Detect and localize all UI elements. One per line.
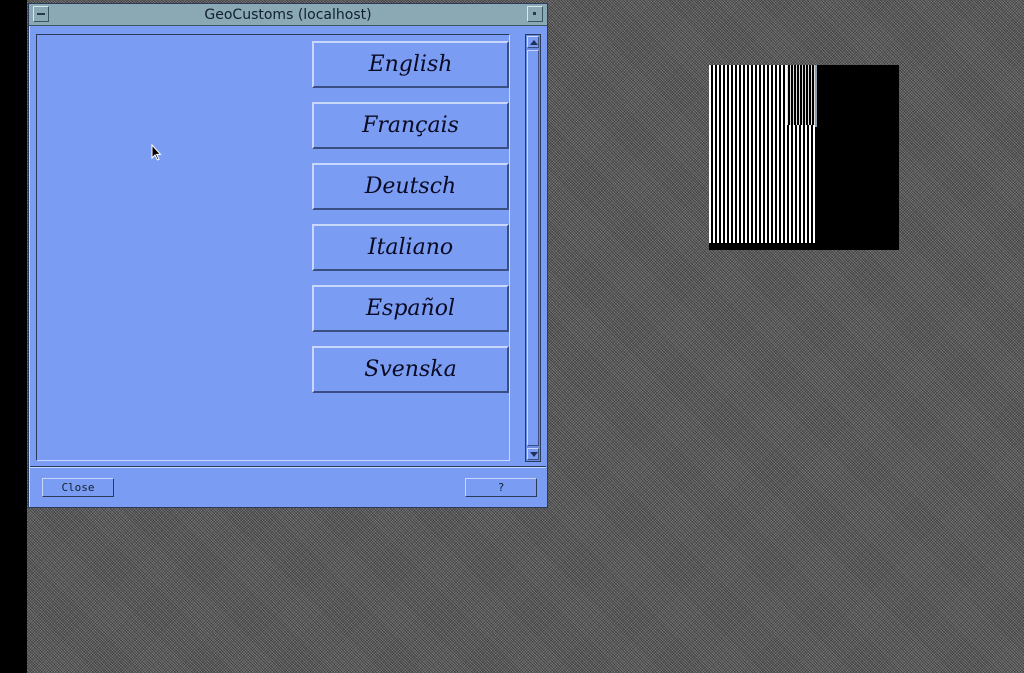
- minimize-icon[interactable]: [527, 6, 543, 22]
- mouse-pointer-icon: [151, 144, 162, 161]
- preview-stripes-detail: [787, 65, 817, 125]
- window-title: GeoCustoms (localhost): [204, 7, 372, 23]
- help-button[interactable]: ?: [465, 478, 537, 497]
- language-button-svenska[interactable]: Svenska: [312, 346, 509, 393]
- desktop-left-edge: [0, 0, 27, 673]
- scroll-down-icon[interactable]: [527, 448, 539, 460]
- striped-preview-window: [709, 65, 899, 250]
- language-button-deutsch[interactable]: Deutsch: [312, 163, 509, 210]
- preview-edge: [815, 65, 817, 127]
- geocustoms-window: GeoCustoms (localhost) English Français …: [28, 3, 548, 508]
- language-button-francais[interactable]: Français: [312, 102, 509, 149]
- language-panel: English Français Deutsch Italiano Españo…: [36, 34, 510, 461]
- vertical-scrollbar[interactable]: [525, 34, 541, 462]
- scroll-thumb[interactable]: [527, 50, 539, 446]
- language-button-espanol[interactable]: Español: [312, 285, 509, 332]
- window-titlebar[interactable]: GeoCustoms (localhost): [29, 4, 547, 26]
- footer-divider: [30, 466, 546, 468]
- language-button-english[interactable]: English: [312, 41, 509, 88]
- scroll-up-icon[interactable]: [527, 36, 539, 48]
- close-button[interactable]: Close: [42, 478, 114, 497]
- language-button-italiano[interactable]: Italiano: [312, 224, 509, 271]
- window-menu-icon[interactable]: [33, 6, 49, 22]
